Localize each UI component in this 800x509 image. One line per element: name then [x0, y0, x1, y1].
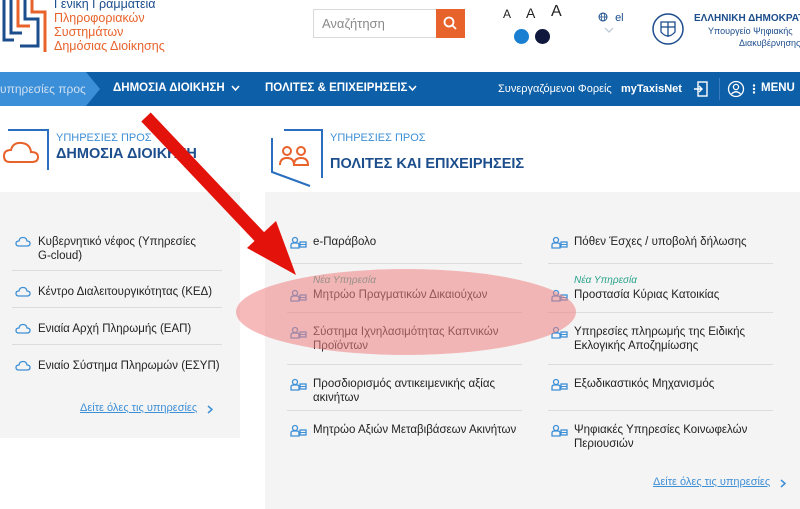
list-divider	[12, 344, 222, 345]
nav-menu-button[interactable]: MENU	[761, 82, 795, 94]
chevron-down-icon[interactable]	[231, 85, 240, 91]
list-divider	[287, 263, 522, 264]
nav-divider	[719, 78, 720, 100]
right-section-title[interactable]: ΠΟΛΙΤΕΣ ΚΑΙ ΕΠΙΧΕΙΡΗΣΕΙΣ	[330, 156, 524, 172]
right-section-sup: ΥΠΗΡΕΣΙΕΣ ΠΡΟΣ	[330, 132, 426, 144]
site-header: Γενική Γραμματεία Πληροφοριακών Συστημάτ…	[0, 0, 800, 72]
left-see-all-link[interactable]: Δείτε όλες τις υπηρεσίες	[80, 402, 197, 414]
contrast-blue-button[interactable]	[514, 29, 529, 44]
list-divider	[287, 364, 522, 365]
search-input[interactable]	[314, 10, 436, 37]
service-label: Προσδιορισμός αντικειμενικής αξίας	[313, 378, 496, 390]
list-divider	[12, 270, 222, 271]
nav-mytaxisnet[interactable]: myTaxisNet	[621, 83, 682, 95]
contrast-dark-button[interactable]	[535, 29, 550, 44]
ministry-line-1: Υπουργείο Ψηφιακής	[708, 26, 793, 36]
service-label-line2: Εκλογικής Αποζημίωσης	[574, 340, 699, 352]
logo-line-1: Γενική Γραμματεία	[54, 0, 156, 11]
list-divider	[287, 410, 522, 411]
left-section-title[interactable]: ΔΗΜΟΣΙΑ ΔΙΟΙΚΗΣΗ	[56, 146, 197, 162]
logo-line-2: Πληροφοριακών	[54, 11, 145, 25]
list-divider	[12, 307, 222, 308]
chevron-down-icon[interactable]	[604, 27, 614, 33]
search-icon	[443, 16, 457, 30]
font-size-large-button[interactable]: A	[551, 3, 562, 21]
service-label: Κέντρο Διαλειτουργικότητας (ΚΕΔ)	[38, 286, 213, 298]
organization-name[interactable]: Γενική Γραμματεία Πληροφοριακών Συστημάτ…	[54, 0, 165, 53]
service-icon	[290, 378, 307, 391]
service-icon	[551, 378, 568, 391]
cloud-icon	[15, 360, 31, 371]
gsis-logo-icon[interactable]	[0, 0, 48, 52]
globe-icon	[598, 12, 608, 22]
service-label: Εξωδικαστικός Μηχανισμός	[574, 378, 715, 390]
chevron-right-icon[interactable]	[207, 405, 213, 414]
user-icon[interactable]	[727, 80, 745, 98]
right-see-all-link[interactable]: Δείτε όλες τις υπηρεσίες	[653, 476, 770, 488]
service-label: Υπηρεσίες πληρωμής της Ειδικής	[574, 326, 746, 338]
logo-line-3: Συστημάτων	[54, 25, 124, 39]
nav-public-admin[interactable]: ΔΗΜΟΣΙΑ ΔΙΟΙΚΗΣΗ	[113, 82, 225, 94]
ministry-line-2: Διακυβέρνησης	[739, 38, 800, 48]
people-section-icon	[271, 129, 323, 187]
service-icon	[551, 424, 568, 437]
font-size-small-button[interactable]: A	[503, 7, 511, 21]
nav-partial-label: υπηρεσίες προς	[0, 82, 86, 96]
greek-emblem-icon	[652, 13, 684, 45]
service-label: Μητρώο Αξιών Μεταβιβάσεων Ακινήτων	[313, 424, 517, 436]
service-icon	[290, 424, 307, 437]
service-icon	[551, 236, 568, 249]
search-button[interactable]	[436, 9, 465, 38]
language-selector[interactable]: el	[598, 12, 624, 24]
cloud-icon	[15, 236, 31, 247]
new-service-badge: Νέα Υπηρεσία	[574, 275, 637, 286]
service-icon	[290, 236, 307, 249]
nav-citizens-business[interactable]: ΠΟΛΙΤΕΣ & ΕΠΙΧΕΙΡΗΣΕΙΣ	[265, 82, 407, 94]
service-label: Ψηφιακές Υπηρεσίες Κοινωφελών	[574, 424, 748, 436]
login-icon[interactable]	[692, 80, 710, 98]
list-divider	[548, 263, 773, 264]
service-label-line2: G-cloud)	[38, 250, 83, 262]
service-label-line2: ακινήτων	[313, 392, 360, 404]
main-navigation: υπηρεσίες προς ΔΗΜΟΣΙΑ ΔΙΟΙΚΗΣΗ ΠΟΛΙΤΕΣ …	[0, 72, 800, 106]
service-label: Ενιαία Αρχή Πληρωμής (ΕΑΠ)	[38, 323, 192, 335]
service-label: Ενιαίο Σύστημα Πληρωμών (ΕΣΥΠ)	[38, 360, 220, 372]
list-divider	[548, 364, 773, 365]
left-section-sup: ΥΠΗΡΕΣΙΕΣ ΠΡΟΣ	[56, 132, 152, 144]
chevron-down-icon[interactable]	[408, 85, 417, 91]
cloud-icon	[15, 286, 31, 297]
service-label: Προστασία Κύριας Κατοικίας	[574, 289, 720, 301]
highlight-ellipse	[236, 269, 576, 355]
chevron-right-icon[interactable]	[780, 479, 786, 488]
logo-line-4: Δημόσιας Διοίκησης	[54, 39, 165, 53]
service-label: Πόθεν Έσχες / υποβολή δήλωσης	[574, 236, 747, 248]
service-label-line2: Περιουσιών	[574, 438, 634, 450]
nav-partners[interactable]: Συνεργαζόμενοι Φορείς	[498, 83, 612, 95]
list-divider	[548, 312, 773, 313]
service-label: Κυβερνητικό νέφος (Υπηρεσίες	[38, 236, 196, 248]
menu-icon[interactable]	[752, 84, 756, 94]
cloud-icon	[15, 323, 31, 334]
language-label: el	[615, 12, 624, 24]
government-title: ΕΛΛΗΝΙΚΗ ΔΗΜΟΚΡΑΤΙΑ	[694, 13, 800, 24]
font-size-medium-button[interactable]: A	[526, 5, 535, 21]
list-divider	[548, 410, 773, 411]
search-box	[313, 9, 465, 38]
cloud-section-icon	[2, 129, 49, 170]
nav-services-partial[interactable]: υπηρεσίες προς	[0, 72, 100, 106]
service-label: e-Παράβολο	[313, 236, 377, 248]
